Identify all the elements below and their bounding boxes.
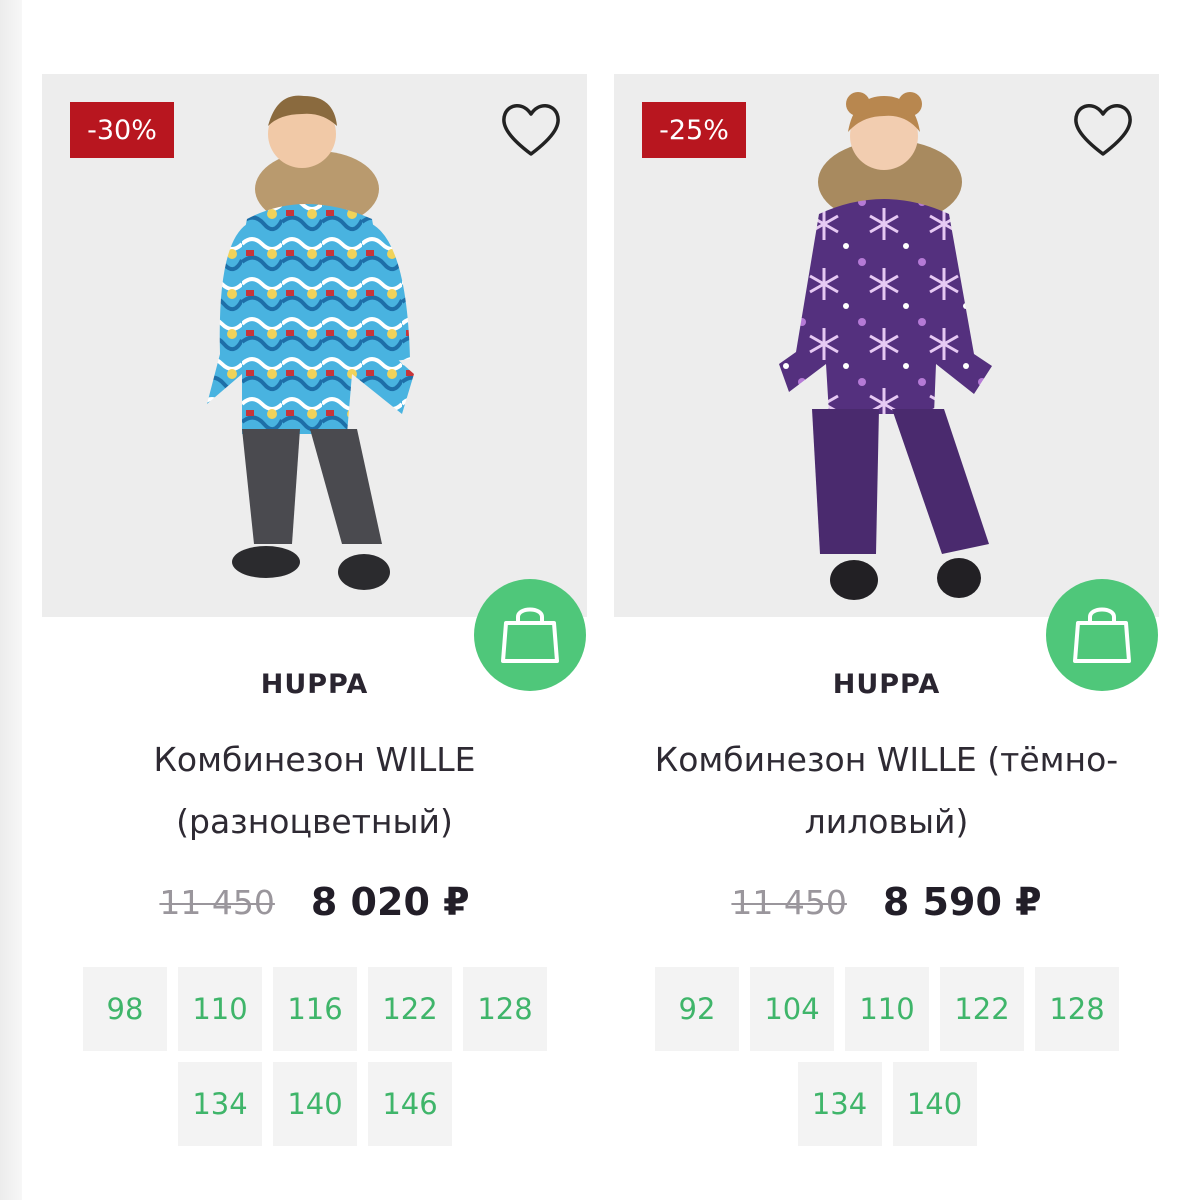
- size-options: 92 104 110 122 128 134 140: [652, 967, 1122, 1146]
- shopping-bag-icon: [1073, 607, 1131, 663]
- old-price: 11 450: [159, 882, 275, 922]
- size-option[interactable]: 122: [940, 967, 1024, 1051]
- page-gutter: [0, 0, 22, 1200]
- product-photo[interactable]: -30%: [42, 74, 587, 617]
- size-options: 98 110 116 122 128 134 140 146: [80, 967, 550, 1146]
- product-card[interactable]: -25% HUPPA Комбинезон WILLE (тёмно-лилов…: [614, 74, 1159, 1184]
- product-card[interactable]: -30% HUPPA Комбинезон WILLE (разноцветны…: [42, 74, 587, 1184]
- current-price: 8 020 ₽: [310, 880, 470, 924]
- size-option[interactable]: 116: [273, 967, 357, 1051]
- size-option[interactable]: 134: [797, 1062, 882, 1146]
- product-brand: HUPPA: [832, 669, 941, 700]
- size-option[interactable]: 134: [178, 1062, 262, 1146]
- size-option[interactable]: 140: [892, 1062, 977, 1146]
- discount-badge: -30%: [70, 102, 174, 158]
- size-option[interactable]: 122: [368, 967, 452, 1051]
- favorite-heart-icon[interactable]: [1071, 100, 1135, 160]
- price-row: 11 450 8 020 ₽: [42, 874, 587, 930]
- size-option[interactable]: 92: [655, 967, 739, 1051]
- size-option[interactable]: 98: [83, 967, 167, 1051]
- shopping-bag-icon: [501, 607, 559, 663]
- product-title[interactable]: Комбинезон WILLE (разноцветный): [42, 729, 587, 853]
- favorite-heart-icon[interactable]: [499, 100, 563, 160]
- product-brand: HUPPA: [260, 669, 369, 700]
- old-price: 11 450: [731, 882, 847, 922]
- current-price: 8 590 ₽: [882, 880, 1042, 924]
- size-option[interactable]: 128: [463, 967, 547, 1051]
- product-photo[interactable]: -25%: [614, 74, 1159, 617]
- size-option[interactable]: 146: [368, 1062, 452, 1146]
- discount-badge: -25%: [642, 102, 746, 158]
- product-title[interactable]: Комбинезон WILLE (тёмно-лиловый): [614, 729, 1159, 853]
- size-option[interactable]: 110: [845, 967, 929, 1051]
- price-row: 11 450 8 590 ₽: [614, 874, 1159, 930]
- size-option[interactable]: 110: [178, 967, 262, 1051]
- size-option[interactable]: 128: [1035, 967, 1119, 1051]
- size-option[interactable]: 104: [750, 967, 834, 1051]
- size-option[interactable]: 140: [273, 1062, 357, 1146]
